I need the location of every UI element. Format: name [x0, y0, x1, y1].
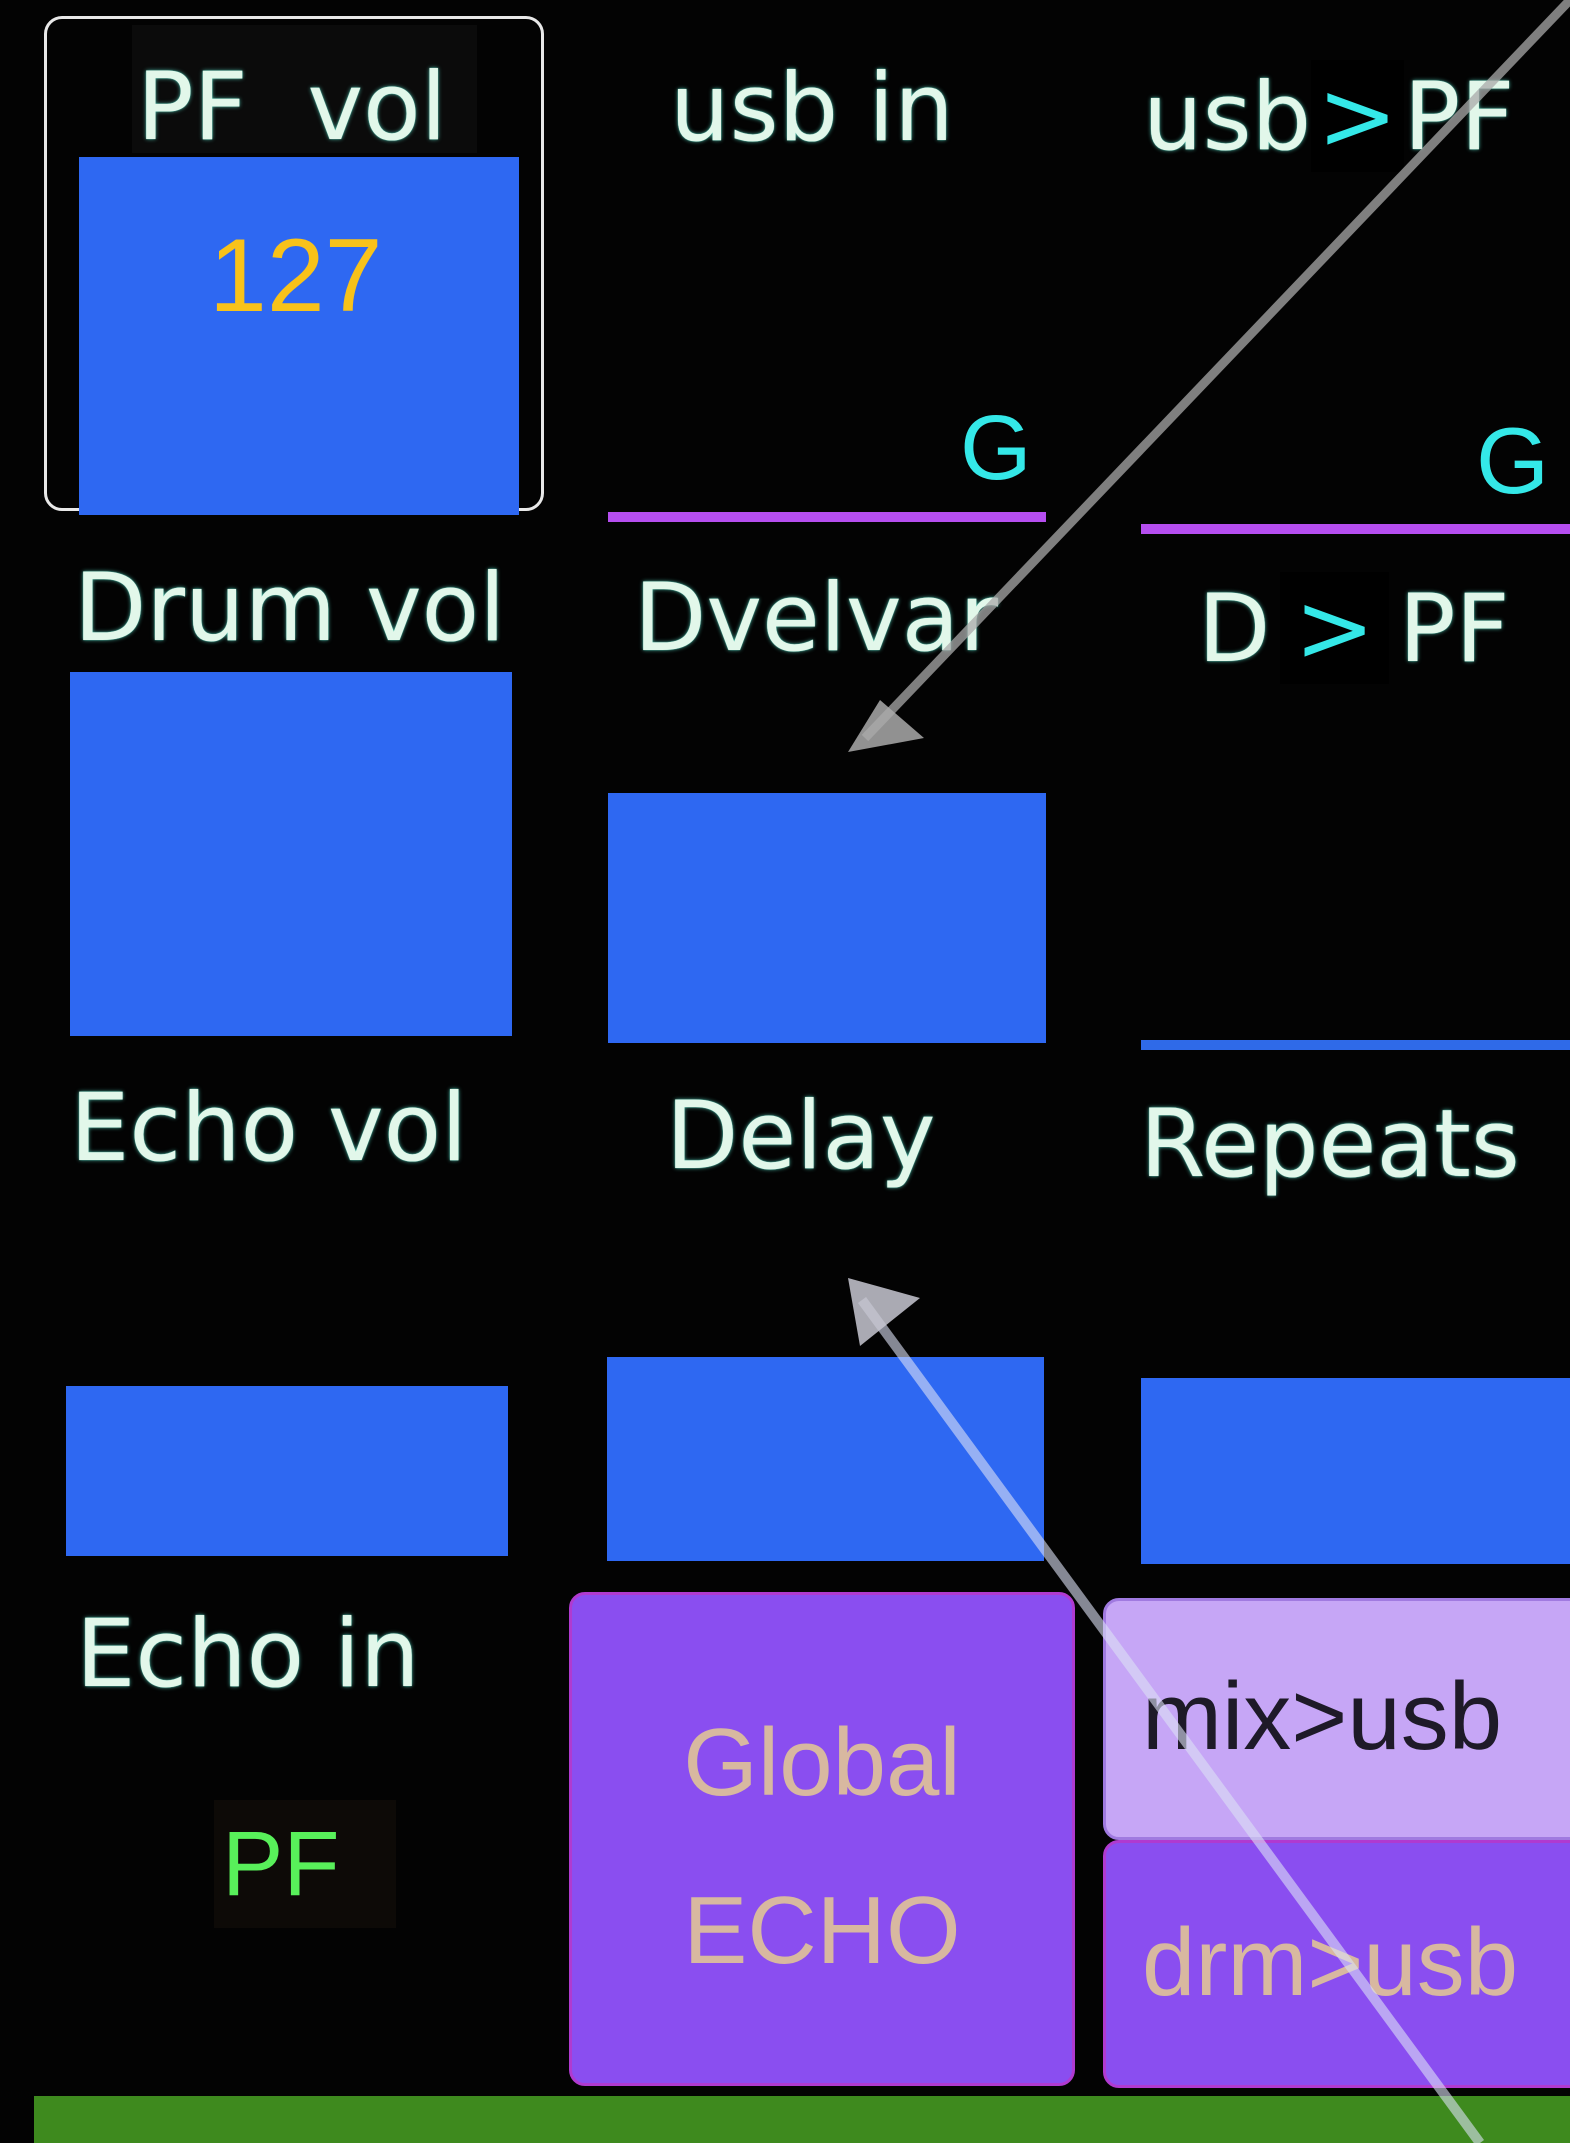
usb-pf-slider-track[interactable]	[1141, 524, 1570, 534]
usb-pf-label-b: PF	[1403, 63, 1515, 172]
repeats-slider[interactable]	[1141, 1378, 1570, 1564]
d-pf-label: D > PF	[1198, 572, 1510, 684]
global-echo-line2: ECHO	[683, 1877, 961, 1984]
pf-vol-control[interactable]: PF vol 127	[44, 16, 544, 515]
usb-pf-label: usb>PF	[1143, 60, 1514, 172]
status-bar	[34, 2096, 1570, 2143]
usb-pf-arrow: >	[1311, 60, 1404, 172]
usb-pf-label-a: usb	[1143, 63, 1312, 172]
mix-usb-label: mix>usb	[1142, 1663, 1503, 1770]
mix-usb-button[interactable]: mix>usb	[1103, 1598, 1570, 1840]
pf-vol-label: PF vol	[137, 53, 447, 162]
drm-usb-label: drm>usb	[1142, 1909, 1519, 2016]
pf-vol-slider[interactable]	[79, 157, 519, 515]
arrow-bottom-head	[848, 1278, 920, 1346]
d-pf-slider-track[interactable]	[1141, 1040, 1570, 1050]
d-pf-label-a: D	[1198, 575, 1271, 684]
pf-vol-value: 127	[209, 218, 383, 334]
repeats-label: Repeats	[1140, 1090, 1520, 1199]
drum-vol-label: Drum vol	[74, 554, 506, 663]
echo-vol-slider[interactable]	[66, 1386, 508, 1556]
delay-label: Delay	[666, 1082, 936, 1191]
usb-in-g-indicator: G	[960, 397, 1032, 499]
d-pf-label-b: PF	[1398, 575, 1510, 684]
arrow-top-head	[848, 700, 924, 752]
global-echo-button[interactable]: Global ECHO	[569, 1592, 1075, 2086]
drm-usb-button[interactable]: drm>usb	[1103, 1840, 1570, 2088]
dvelvar-label: Dvelvar	[634, 564, 998, 673]
echo-in-value: PF	[222, 1813, 340, 1915]
usb-in-label: usb in	[670, 54, 954, 163]
echo-vol-label: Echo vol	[70, 1074, 468, 1183]
usb-pf-g-indicator: G	[1476, 408, 1550, 513]
dvelvar-slider[interactable]	[608, 793, 1046, 1043]
usb-in-slider-track[interactable]	[608, 512, 1046, 522]
global-echo-line1: Global	[683, 1709, 961, 1816]
drum-vol-slider[interactable]	[70, 672, 512, 1036]
delay-slider[interactable]	[607, 1357, 1044, 1561]
d-pf-arrow: >	[1280, 572, 1389, 684]
echo-in-label: Echo in	[76, 1600, 420, 1709]
